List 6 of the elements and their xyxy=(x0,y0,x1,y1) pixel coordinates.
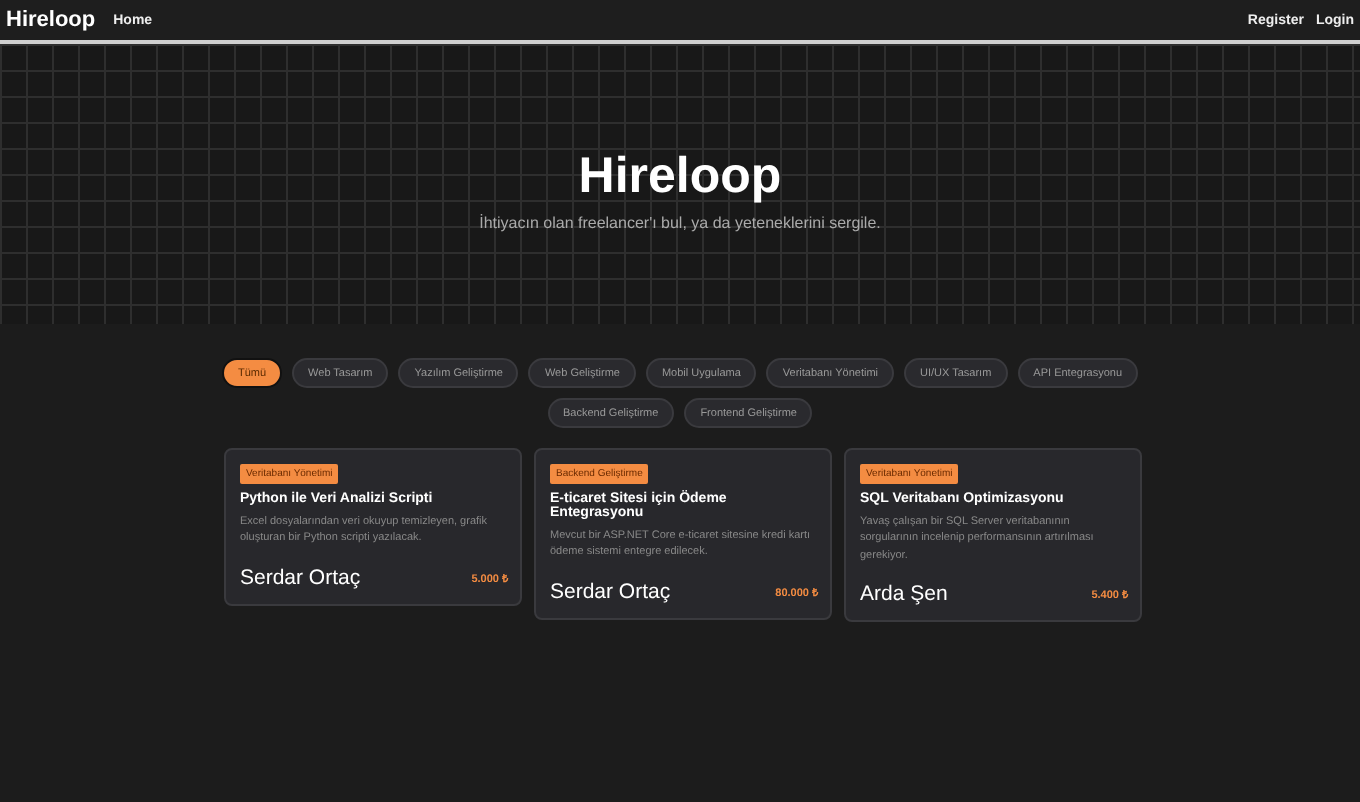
client-name: Serdar Ortaç xyxy=(240,565,361,589)
client-name: Serdar Ortaç xyxy=(550,579,671,603)
client-name: Arda Şen xyxy=(860,581,948,606)
brand-logo[interactable]: Hireloop xyxy=(6,8,96,32)
hero-subtitle: İhtiyacın olan freelancer'ı bul, ya da yeteneklerini sergile. xyxy=(479,214,881,232)
hero-title: Hireloop xyxy=(578,148,782,206)
